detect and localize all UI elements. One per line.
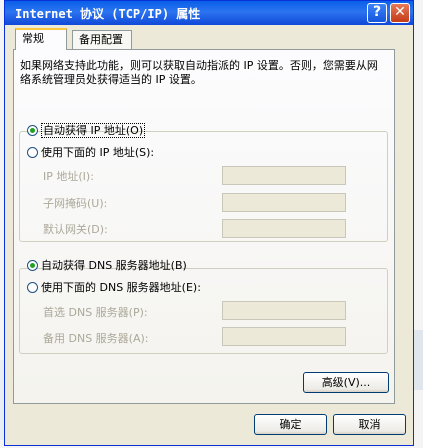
tab-alternate-configuration[interactable]: 备用配置 xyxy=(72,30,132,49)
ip-address-label: IP 地址(I): xyxy=(43,170,94,183)
window-title: Internet 协议 (TCP/IP) 属性 xyxy=(15,7,201,21)
ok-button[interactable]: 确定 xyxy=(254,414,327,435)
manual-ip-label: 使用下面的 IP 地址(S): xyxy=(41,146,155,159)
preferred-dns-input[interactable] xyxy=(222,301,346,320)
tab-general[interactable]: 常规 xyxy=(15,28,67,50)
subnet-mask-input[interactable] xyxy=(222,193,346,212)
radio-manual-ip[interactable]: 使用下面的 IP 地址(S): xyxy=(27,146,154,160)
help-button[interactable]: ? xyxy=(367,3,387,23)
title-bar[interactable]: Internet 协议 (TCP/IP) 属性 ? ✕ xyxy=(5,1,413,25)
subnet-mask-label: 子网掩码(U): xyxy=(43,197,108,210)
auto-ip-label: 自动获得 IP 地址(O) xyxy=(41,123,146,138)
alternate-dns-label: 备用 DNS 服务器(A): xyxy=(43,332,149,345)
intro-text: 如果网络支持此功能，则可以获取自动指派的 IP 设置。否则，您需要从网络系统管理… xyxy=(20,59,378,86)
close-button[interactable]: ✕ xyxy=(390,3,410,23)
radio-checked-icon[interactable] xyxy=(27,260,38,271)
manual-dns-label: 使用下面的 DNS 服务器地址(E): xyxy=(41,281,201,294)
default-gateway-label: 默认网关(D): xyxy=(43,223,108,236)
default-gateway-input[interactable] xyxy=(222,219,346,238)
radio-unchecked-icon[interactable] xyxy=(27,282,38,293)
radio-auto-dns[interactable]: 自动获得 DNS 服务器地址(B) xyxy=(27,259,187,273)
auto-dns-label: 自动获得 DNS 服务器地址(B) xyxy=(41,259,187,272)
preferred-dns-label: 首选 DNS 服务器(P): xyxy=(43,306,148,319)
cancel-button[interactable]: 取消 xyxy=(333,414,406,435)
radio-manual-dns[interactable]: 使用下面的 DNS 服务器地址(E): xyxy=(27,281,201,295)
radio-unchecked-icon[interactable] xyxy=(27,147,38,158)
radio-checked-icon[interactable] xyxy=(27,125,38,136)
ip-address-input[interactable] xyxy=(222,166,346,185)
advanced-button[interactable]: 高级(V)... xyxy=(303,372,389,393)
radio-auto-ip[interactable]: 自动获得 IP 地址(O) xyxy=(27,123,146,138)
alternate-dns-input[interactable] xyxy=(222,327,346,346)
